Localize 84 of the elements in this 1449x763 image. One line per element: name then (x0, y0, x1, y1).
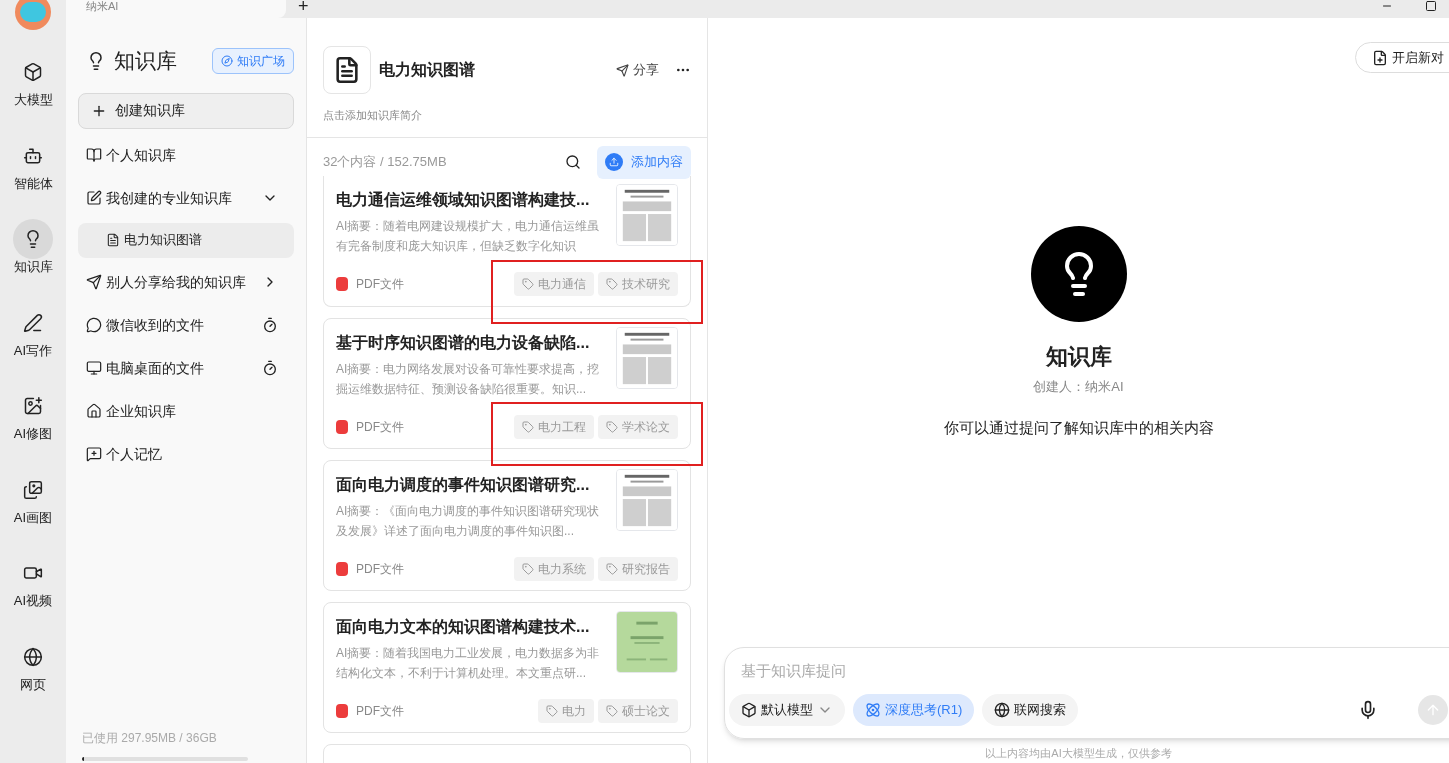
sidebar-title: 知识库 (114, 48, 178, 74)
intro-text: 你可以通过提问了解知识库中的相关内容 (943, 417, 1214, 438)
plaza-button[interactable]: 知识广场 (212, 47, 294, 74)
nav-item[interactable]: AI视频 (3, 553, 63, 611)
cube-icon (23, 62, 43, 82)
nav-item[interactable]: 大模型 (3, 52, 63, 110)
disclaimer-text: 以上内容均由AI大模型生成，仅供参考 (985, 745, 1172, 761)
nav-item[interactable]: 网页 (3, 636, 63, 694)
browser-tab[interactable]: 纳米AI (66, 0, 286, 18)
document-title: 基于时序知识图谱的电力设备缺陷... (336, 332, 591, 353)
document-summary: AI摘要：随着我国电力工业发展，电力数据多为非结构化文本，不利于计算机处理。本文重点研... (336, 644, 601, 682)
tag-icon (606, 277, 618, 290)
home-icon (86, 403, 102, 419)
model-select[interactable]: 默认模型 (729, 694, 845, 726)
document-icon (333, 56, 361, 84)
nav-item[interactable]: 智能体 (3, 135, 63, 193)
pdf-icon (336, 419, 348, 434)
cube-icon (741, 702, 757, 718)
globe-icon (994, 702, 1011, 718)
upload-icon (605, 153, 623, 171)
chat-title: 知识库 (1045, 343, 1112, 371)
monitor-icon (86, 360, 102, 376)
sidebar-item[interactable]: 别人分享给我的知识库 (78, 263, 294, 301)
edit-icon (86, 190, 102, 206)
new-chat-icon (1372, 49, 1388, 66)
share-button[interactable]: 分享 (616, 60, 659, 80)
tag-icon (606, 704, 618, 717)
chat-bubble-icon (86, 317, 102, 333)
book-icon (86, 147, 102, 163)
nav-item[interactable]: 知识库 (3, 219, 63, 277)
nav-item[interactable]: AI画图 (3, 469, 63, 527)
sidebar-item[interactable]: 电力知识图谱 (78, 222, 294, 258)
chat-input-box[interactable]: 基于知识库提问 默认模型 深度思考(R1) 联网搜索 (724, 646, 1449, 739)
kb-title: 电力知识图谱 (379, 60, 476, 80)
image-icon (23, 396, 43, 416)
tag-icon (546, 704, 558, 717)
images-icon (23, 479, 43, 500)
creator-text: 创建人：纳米AI (1033, 378, 1124, 396)
pdf-icon (336, 703, 348, 718)
document-summary: AI摘要：随着电网建设规模扩大，电力通信运维虽有完备制度和庞大知识库，但缺乏数字化知识 (336, 217, 601, 255)
create-button[interactable]: 创建知识库 (78, 92, 294, 129)
atom-icon (865, 702, 881, 718)
tag-icon (522, 277, 534, 290)
document-summary: AI摘要：《面向电力调度的事件知识图谱研究现状及发展》详述了面向电力调度的事件知识图... (336, 502, 601, 540)
document-title: 面向电力文本的知识图谱构建技术... (336, 616, 591, 637)
option-toggle[interactable]: 联网搜索 (982, 694, 1079, 726)
new-tab-button[interactable]: + (298, 0, 309, 13)
timer-icon (262, 360, 278, 376)
sidebar-item[interactable]: 个人知识库 (78, 136, 294, 174)
nav-item[interactable]: AI修图 (3, 386, 63, 444)
tag-icon (522, 420, 534, 433)
pdf-icon (336, 561, 348, 576)
file-type: PDF文件 (356, 275, 405, 293)
sidebar-item[interactable]: 企业知识库 (78, 392, 294, 430)
document-icon (106, 233, 120, 247)
maximize-icon[interactable] (1425, 0, 1437, 12)
file-type: PDF文件 (356, 418, 405, 436)
content-count: 32个内容 / 152.75MB (323, 153, 448, 172)
send-icon (86, 274, 102, 290)
add-content-button[interactable]: 添加内容 (597, 145, 691, 179)
document-title: 面向电力调度的事件知识图谱研究... (336, 474, 591, 495)
sidebar-item[interactable]: 个人记忆 (78, 435, 294, 473)
sidebar-item[interactable]: 电脑桌面的文件 (78, 349, 294, 387)
file-type: PDF文件 (356, 560, 405, 578)
tag-icon (522, 562, 534, 575)
search-icon[interactable] (565, 154, 581, 170)
globe-icon (23, 646, 43, 667)
kb-description[interactable]: 点击添加知识库简介 (307, 107, 707, 124)
nav-item[interactable]: AI写作 (3, 302, 63, 360)
pen-icon (23, 312, 43, 333)
sidebar-item[interactable]: 微信收到的文件 (78, 306, 294, 344)
pdf-icon (336, 276, 348, 291)
sidebar-item[interactable]: 我创建的专业知识库 (78, 179, 294, 217)
memory-icon (86, 446, 102, 462)
tag-icon (606, 562, 618, 575)
microphone-icon[interactable] (1358, 700, 1378, 720)
compass-icon (221, 54, 233, 67)
timer-icon (262, 317, 278, 333)
tag-icon (606, 420, 618, 433)
document-title: 电力通信运维领域知识图谱构建技... (336, 189, 591, 210)
storage-text: 已使用 297.95MB / 36GB (82, 730, 218, 747)
send-icon (616, 63, 629, 77)
file-type: PDF文件 (356, 702, 405, 720)
document-summary: AI摘要：电力网络发展对设备可靠性要求提高，挖掘运维数据特征、预测设备缺陷很重要。知识... (336, 360, 601, 398)
